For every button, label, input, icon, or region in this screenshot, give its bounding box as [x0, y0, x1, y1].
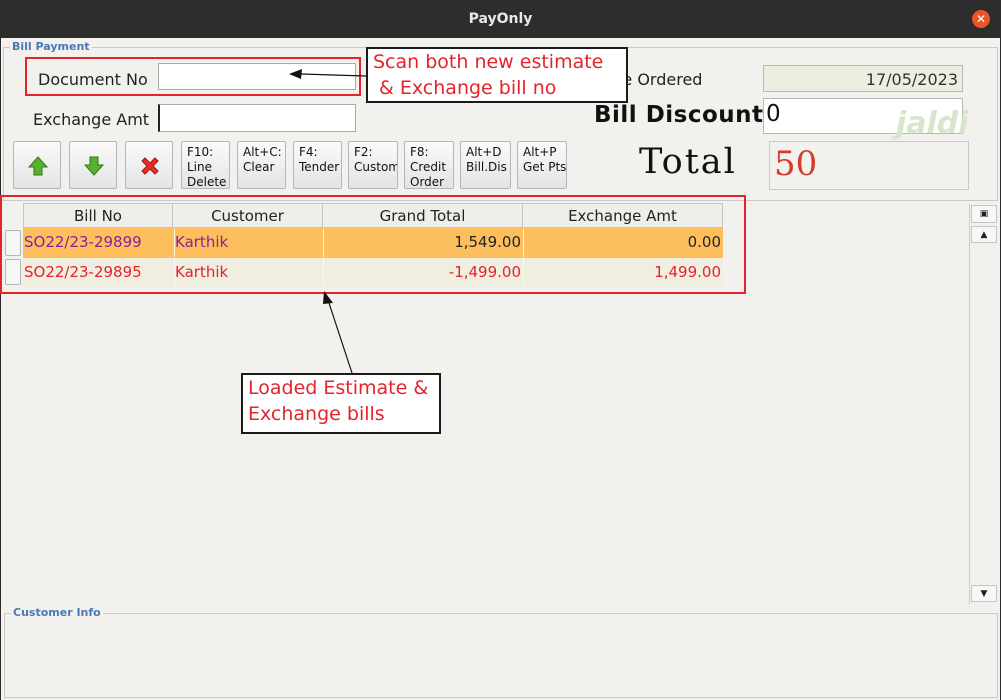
- document-no-highlight: [25, 57, 361, 96]
- payonly-window: Bill Payment Document No Exchange Amt Da…: [0, 38, 1000, 700]
- exchange-amt-label: Exchange Amt: [33, 110, 150, 129]
- bill-discount-label: Bill Discount: [594, 102, 764, 128]
- date-ordered-field: 17/05/2023: [763, 65, 963, 92]
- customer-info-group: Customer Info: [4, 606, 998, 698]
- scroll-up-button[interactable]: ▲: [971, 226, 997, 243]
- grid-highlight: [0, 195, 746, 294]
- arrow-down-icon: [83, 156, 105, 176]
- title-bar: PayOnly ✕: [0, 0, 1001, 38]
- exchange-amt-input[interactable]: [158, 104, 356, 132]
- move-down-button[interactable]: [69, 141, 117, 189]
- bill-discount-button[interactable]: Alt+D Bill.Dis: [460, 141, 511, 189]
- vertical-scrollbar[interactable]: [969, 204, 999, 604]
- credit-order-button[interactable]: F8: Credit Order: [404, 141, 454, 189]
- total-value: 50: [769, 141, 969, 190]
- window-title: PayOnly: [468, 11, 533, 27]
- bill-payment-legend: Bill Payment: [10, 40, 92, 53]
- customer-info-legend: Customer Info: [11, 606, 103, 619]
- total-label: Total: [639, 142, 737, 182]
- arrow-up-icon: [27, 156, 49, 176]
- scan-note-callout: Scan both new estimate & Exchange bill n…: [366, 47, 628, 103]
- close-icon: ✕: [975, 12, 987, 26]
- line-delete-button[interactable]: F10: Line Delete: [181, 141, 230, 189]
- column-menu-icon: ▣: [979, 209, 989, 219]
- customer-button[interactable]: F2: Customer: [348, 141, 398, 189]
- scroll-down-button[interactable]: ▼: [971, 585, 997, 602]
- close-button[interactable]: ✕: [972, 10, 990, 28]
- move-up-button[interactable]: [13, 141, 61, 189]
- tender-button[interactable]: F4: Tender: [293, 141, 342, 189]
- loaded-bills-callout: Loaded Estimate & Exchange bills: [241, 373, 441, 434]
- jaldi-watermark-logo: jaldi: [896, 106, 969, 141]
- get-points-button[interactable]: Alt+P Get Pts: [517, 141, 567, 189]
- clear-button[interactable]: Alt+C: Clear: [237, 141, 286, 189]
- chevron-down-icon: ▼: [980, 589, 988, 599]
- delete-button[interactable]: [125, 141, 173, 189]
- chevron-up-icon: ▲: [980, 230, 988, 240]
- delete-x-icon: [141, 157, 159, 175]
- column-control-button[interactable]: ▣: [971, 205, 997, 223]
